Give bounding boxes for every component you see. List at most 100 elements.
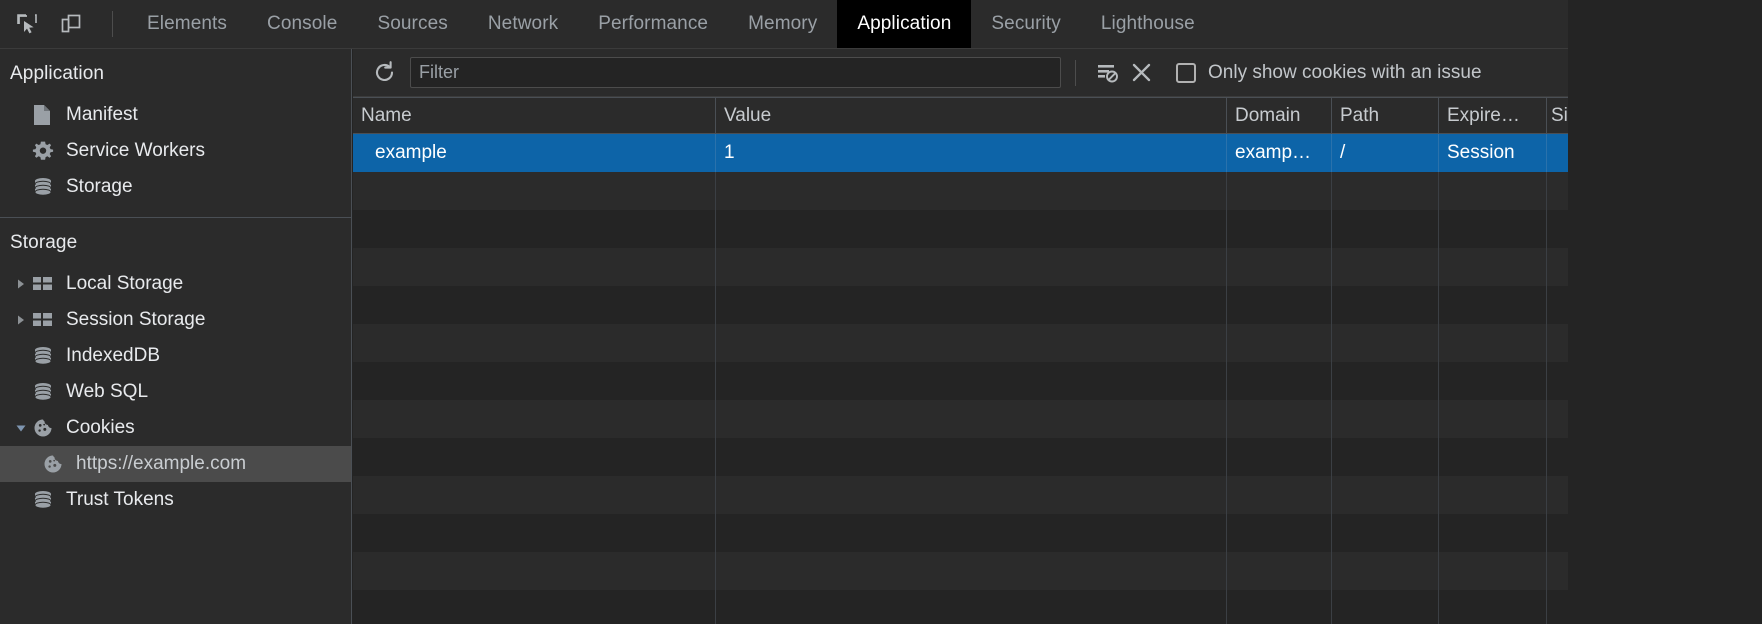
empty-cell — [716, 210, 1227, 248]
inspect-element-icon[interactable] — [10, 7, 44, 41]
chevron-down-icon[interactable] — [10, 422, 32, 434]
tab-lighthouse[interactable]: Lighthouse — [1081, 0, 1215, 48]
empty-cell — [1227, 362, 1332, 400]
empty-cell — [1332, 590, 1439, 624]
empty-cell — [353, 362, 716, 400]
sidebar-item-cookies[interactable]: Cookies — [0, 410, 351, 446]
clear-all-cookies-icon[interactable] — [1124, 58, 1158, 88]
empty-table-row — [353, 362, 1568, 400]
table-grid-icon — [32, 311, 62, 329]
empty-cell — [1227, 514, 1332, 552]
cell-name: example — [353, 134, 716, 172]
table-row[interactable]: example 1 examp… / Session — [353, 134, 1568, 172]
cookie-icon — [42, 453, 72, 475]
empty-cell — [1332, 514, 1439, 552]
empty-table-row — [353, 590, 1568, 624]
sidebar-item-label: Trust Tokens — [66, 489, 174, 510]
cell-value: 1 — [716, 134, 1227, 172]
empty-cell — [1439, 552, 1547, 590]
device-toolbar-icon[interactable] — [54, 7, 88, 41]
tab-sources[interactable]: Sources — [357, 0, 467, 48]
empty-cell — [716, 172, 1227, 210]
sidebar-item-label: Web SQL — [66, 381, 149, 402]
empty-cell — [1332, 248, 1439, 286]
empty-cell — [1547, 552, 1568, 590]
empty-cell — [716, 324, 1227, 362]
sidebar-item-manifest[interactable]: Manifest — [0, 97, 351, 133]
tab-network[interactable]: Network — [468, 0, 578, 48]
clear-filtered-cookies-icon[interactable] — [1090, 58, 1124, 88]
checkbox-box[interactable] — [1176, 62, 1196, 83]
empty-cell — [716, 248, 1227, 286]
empty-cell — [353, 514, 716, 552]
empty-table-row — [353, 438, 1568, 476]
column-header-size[interactable]: Si — [1547, 98, 1568, 133]
empty-table-row — [353, 210, 1568, 248]
sidebar-item-label: Local Storage — [66, 273, 184, 294]
empty-cell — [1547, 590, 1568, 624]
tab-performance[interactable]: Performance — [578, 0, 728, 48]
empty-cell — [353, 324, 716, 362]
sidebar-item-label: Cookies — [66, 417, 135, 438]
tab-memory[interactable]: Memory — [728, 0, 837, 48]
sidebar-section-title-storage: Storage — [10, 232, 78, 253]
empty-cell — [1227, 210, 1332, 248]
cookies-toolbar: Only show cookies with an issue — [353, 49, 1568, 97]
column-header-name[interactable]: Name — [353, 98, 716, 133]
column-header-value[interactable]: Value — [716, 98, 1227, 133]
empty-cell — [1332, 476, 1439, 514]
cookies-data-grid: Name Value Domain Path Expire… Si exampl… — [353, 97, 1568, 624]
empty-table-row — [353, 286, 1568, 324]
empty-table-row — [353, 400, 1568, 438]
empty-cell — [1227, 400, 1332, 438]
sidebar-item-web-sql[interactable]: Web SQL — [0, 374, 351, 410]
empty-cell — [1439, 248, 1547, 286]
manifest-document-icon — [32, 104, 62, 126]
column-header-domain[interactable]: Domain — [1227, 98, 1332, 133]
sidebar-item-indexeddb[interactable]: IndexedDB — [0, 338, 351, 374]
empty-cell — [1547, 438, 1568, 476]
sidebar-item-session-storage[interactable]: Session Storage — [0, 302, 351, 338]
sidebar-item-storage[interactable]: Storage — [0, 169, 351, 205]
empty-cell — [716, 514, 1227, 552]
refresh-icon[interactable] — [367, 58, 401, 88]
filter-input[interactable] — [410, 57, 1061, 88]
application-sidebar: Application Manifest Service Workers Sto… — [0, 49, 352, 624]
tab-security[interactable]: Security — [971, 0, 1080, 48]
sidebar-item-label: Storage — [66, 176, 133, 197]
tab-application[interactable]: Application — [837, 0, 972, 48]
column-header-path[interactable]: Path — [1332, 98, 1439, 133]
empty-cell — [1439, 590, 1547, 624]
sidebar-item-trust-tokens[interactable]: Trust Tokens — [0, 482, 351, 518]
gear-icon — [32, 140, 62, 162]
database-icon — [32, 381, 62, 403]
empty-cell — [1332, 172, 1439, 210]
empty-cell — [1439, 476, 1547, 514]
empty-cell — [1332, 552, 1439, 590]
empty-cell — [1227, 438, 1332, 476]
chevron-right-icon[interactable] — [10, 278, 32, 290]
empty-cell — [1332, 362, 1439, 400]
chevron-right-icon[interactable] — [10, 314, 32, 326]
sidebar-item-local-storage[interactable]: Local Storage — [0, 266, 351, 302]
sidebar-item-service-workers[interactable]: Service Workers — [0, 133, 351, 169]
empty-cell — [1227, 552, 1332, 590]
only-show-issue-cookies-checkbox[interactable]: Only show cookies with an issue — [1176, 62, 1482, 84]
empty-cell — [1547, 514, 1568, 552]
tab-console[interactable]: Console — [247, 0, 357, 48]
cookie-icon — [32, 417, 62, 439]
sidebar-item-cookies-origin[interactable]: https://example.com — [0, 446, 351, 482]
outside-capture-area — [1568, 0, 1762, 624]
empty-cell — [1332, 286, 1439, 324]
devtools-window: Elements Console Sources Network Perform… — [0, 0, 1762, 624]
cell-size — [1547, 134, 1568, 172]
sidebar-item-label: Service Workers — [66, 140, 206, 161]
devtools-tab-bar: Elements Console Sources Network Perform… — [0, 0, 1568, 49]
empty-cell — [353, 438, 716, 476]
tab-elements[interactable]: Elements — [127, 0, 247, 48]
column-header-expires[interactable]: Expire… — [1439, 98, 1547, 133]
empty-cell — [1227, 476, 1332, 514]
empty-table-row — [353, 248, 1568, 286]
empty-cell — [1547, 324, 1568, 362]
empty-cell — [1547, 400, 1568, 438]
